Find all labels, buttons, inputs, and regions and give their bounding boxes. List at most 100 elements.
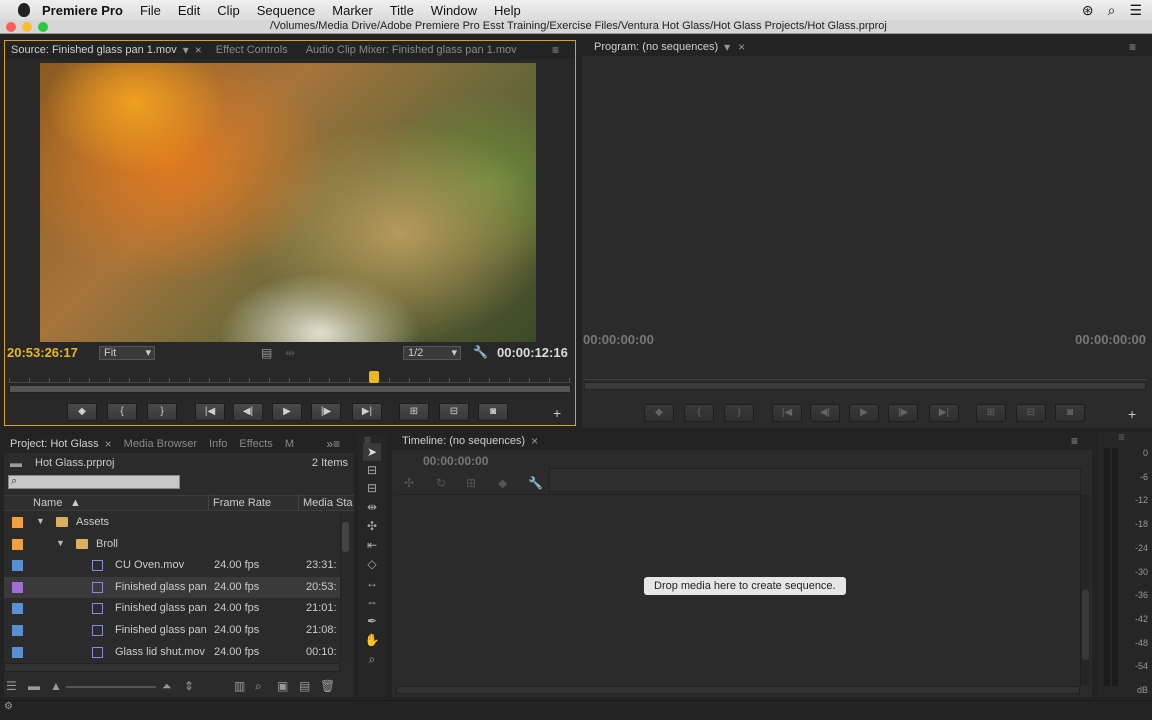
timeline-ruler[interactable] [549, 468, 1081, 492]
panel-menu-icon[interactable]: ≡ [552, 43, 559, 57]
marker-icon[interactable]: ◆ [498, 476, 507, 490]
slip-tool-icon[interactable]: ↔ [363, 574, 381, 592]
program-step-back-button[interactable]: ◀| [810, 404, 840, 422]
pen-tool-icon[interactable]: ✒ [363, 612, 381, 630]
minimize-window-button[interactable] [22, 22, 32, 32]
program-add-marker-button[interactable]: ◆ [644, 404, 674, 422]
selection-tool-icon[interactable]: ➤ [363, 443, 381, 461]
new-bin-folder-icon[interactable]: ▣ [277, 679, 288, 693]
close-tab-icon[interactable]: × [531, 434, 538, 448]
disclosure-triangle-icon[interactable]: ▼ [56, 538, 65, 548]
program-go-to-in-button[interactable]: |◀ [772, 404, 802, 422]
close-tab-icon[interactable]: × [195, 43, 202, 57]
chevron-down-icon[interactable]: ▾ [724, 40, 730, 54]
list-view-icon[interactable]: ☰ [6, 679, 17, 693]
status-icon[interactable]: ⚙ [4, 701, 13, 712]
menu-file[interactable]: File [140, 3, 161, 18]
project-clip-row[interactable]: Finished glass pan 24.00 fps 21:01: [4, 598, 342, 619]
creative-cloud-icon[interactable]: ⊛ [1082, 2, 1094, 19]
lift-button[interactable]: ⊞ [976, 404, 1006, 422]
project-folder-row[interactable]: ▼ Broll [4, 534, 342, 555]
new-item-icon[interactable]: ▤ [299, 679, 310, 693]
label-color-swatch[interactable] [12, 517, 23, 528]
source-playhead-timecode[interactable]: 20:53:26:17 [7, 345, 78, 360]
mark-out-button[interactable]: } [147, 403, 177, 421]
rolling-edit-tool-icon[interactable]: ✣ [363, 517, 381, 535]
tab-source[interactable]: Source: Finished glass pan 1.mov [5, 41, 183, 59]
column-media-start[interactable]: Media Sta [303, 497, 353, 509]
close-tab-icon[interactable]: × [105, 437, 112, 451]
label-color-swatch[interactable] [12, 646, 23, 658]
notification-list-icon[interactable]: ☰ [1129, 2, 1142, 19]
project-clip-row[interactable]: Finished glass pan 24.00 fps 20:53: [4, 576, 342, 598]
close-window-button[interactable] [6, 22, 16, 32]
play-button[interactable]: ▶ [272, 403, 302, 421]
program-mark-in-button[interactable]: { [684, 404, 714, 422]
tab-more[interactable]: M [279, 435, 300, 453]
source-zoom-scrollbar[interactable] [9, 385, 571, 393]
track-select-backward-tool-icon[interactable]: ⊟ [363, 479, 381, 497]
program-step-forward-button[interactable]: |▶ [888, 404, 918, 422]
step-forward-button[interactable]: |▶ [311, 403, 341, 421]
project-clip-row[interactable]: CU Oven.mov 24.00 fps 23:31: [4, 555, 342, 576]
add-marker-button[interactable]: ◆ [67, 403, 97, 421]
source-time-ruler[interactable] [9, 367, 571, 383]
tab-timeline[interactable]: Timeline: (no sequences) [396, 432, 531, 450]
project-search-field[interactable]: ⌕ [8, 475, 180, 489]
tab-info[interactable]: Info [203, 435, 233, 453]
zoom-out-icon[interactable]: ▲ [50, 679, 62, 693]
tab-audio-clip-mixer[interactable]: Audio Clip Mixer: Finished glass pan 1.m… [300, 41, 523, 59]
menu-window[interactable]: Window [431, 3, 477, 18]
add-marker-icon[interactable]: ⊞ [466, 476, 476, 490]
project-horizontal-scrollbar[interactable] [4, 663, 340, 672]
drag-video-icon[interactable]: ▤ [261, 346, 272, 360]
storyboard-icon[interactable]: ▥ [234, 679, 245, 693]
menu-sequence[interactable]: Sequence [257, 3, 316, 18]
icon-view-icon[interactable]: ▬ [28, 679, 40, 693]
project-clip-row[interactable]: Glass lid shut.mov 24.00 fps 00:10: [4, 642, 342, 662]
sort-ascending-icon[interactable]: ▲ [70, 497, 81, 509]
slide-tool-icon[interactable]: ⇔ [363, 593, 381, 611]
spotlight-search-icon[interactable]: ⌕ [1108, 2, 1116, 19]
disclosure-triangle-icon[interactable]: ▼ [36, 516, 45, 526]
timeline-vertical-scrollbar[interactable] [1080, 494, 1090, 686]
timeline-horizontal-scrollbar[interactable] [396, 686, 1080, 694]
overwrite-button[interactable]: ⊟ [439, 403, 469, 421]
column-frame-rate[interactable]: Frame Rate [213, 497, 271, 509]
scroll-thumb[interactable] [1082, 590, 1089, 660]
chevron-down-icon[interactable]: ▾ [183, 43, 189, 57]
program-go-to-out-button[interactable]: ▶| [929, 404, 959, 422]
tab-project[interactable]: Project: Hot Glass [4, 435, 105, 453]
playback-resolution-select[interactable]: 1/2 ▾ [403, 346, 461, 360]
drag-audio-icon[interactable]: ⇹ [285, 346, 295, 360]
tab-effect-controls[interactable]: Effect Controls [210, 41, 294, 59]
tab-media-browser[interactable]: Media Browser [118, 435, 203, 453]
timeline-timecode[interactable]: 00:00:00:00 [423, 454, 488, 468]
project-folder-row[interactable]: ▼ Assets [4, 512, 342, 533]
panel-menu-icon[interactable]: »≡ [326, 437, 340, 451]
menu-title[interactable]: Title [390, 3, 414, 18]
timeline-settings-wrench-icon[interactable]: 🔧 [528, 476, 543, 490]
label-color-swatch[interactable] [12, 603, 23, 615]
tab-effects[interactable]: Effects [233, 435, 278, 453]
razor-tool-icon[interactable]: ◇ [363, 555, 381, 573]
label-color-swatch[interactable] [12, 625, 23, 636]
zoom-window-button[interactable] [38, 22, 48, 32]
column-name[interactable]: Name [33, 497, 62, 509]
rate-stretch-tool-icon[interactable]: ⇤ [363, 536, 381, 554]
zoom-level-select[interactable]: Fit ▾ [99, 346, 155, 360]
program-zoom-scrollbar[interactable] [584, 382, 1146, 390]
scroll-thumb[interactable] [342, 522, 349, 552]
menu-marker[interactable]: Marker [332, 3, 372, 18]
panel-menu-icon[interactable]: ≡ [1129, 40, 1136, 54]
app-menu[interactable]: Premiere Pro [42, 3, 123, 18]
find-icon[interactable]: ⌕ [255, 679, 262, 694]
program-playhead-timecode[interactable]: 00:00:00:00 [583, 332, 654, 347]
menu-edit[interactable]: Edit [178, 3, 200, 18]
linked-selection-icon[interactable]: ↻ [436, 476, 446, 490]
program-mark-out-button[interactable]: } [724, 404, 754, 422]
project-vertical-scrollbar[interactable] [340, 512, 350, 662]
sort-icons-icon[interactable]: ⏶ [162, 679, 172, 694]
zoom-slider[interactable] [66, 686, 156, 688]
program-add-button-plus-icon[interactable]: + [1128, 406, 1136, 422]
